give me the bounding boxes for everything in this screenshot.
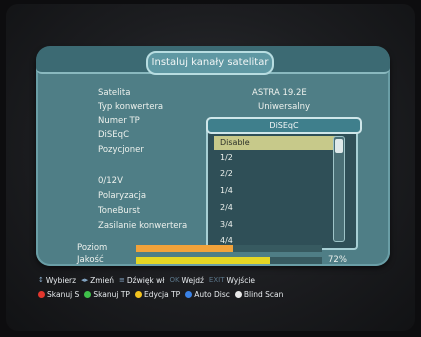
field-label-tp-number: Numer TP <box>98 116 140 126</box>
scrollbar-thumb[interactable] <box>335 139 343 153</box>
key-hint-label: Wyjście <box>226 276 256 285</box>
key-hint: ≡ Dźwięk wł <box>119 275 164 286</box>
signal-level-fill <box>136 245 233 252</box>
key-hint-label: Wejdź <box>181 276 204 285</box>
dropdown-option[interactable]: 1/4 <box>214 184 336 198</box>
color-dot-icon <box>185 291 193 298</box>
dropdown-option[interactable]: Disable <box>214 136 336 150</box>
color-button[interactable]: Blind Scan <box>234 289 284 300</box>
field-label-satellite: Satelita <box>98 88 131 98</box>
field-label-lnb-type: Typ konwertera <box>98 102 164 112</box>
color-button-label: Skanuj S <box>47 290 80 299</box>
color-dot-icon <box>134 291 142 298</box>
field-label-positioner: Pozycjoner <box>98 145 144 155</box>
key-hint-label: Wybierz <box>45 276 77 285</box>
dropdown-option[interactable]: 1/2 <box>214 151 336 165</box>
dropdown-scrollbar[interactable] <box>333 136 345 242</box>
color-button[interactable]: Edycja TP <box>134 289 181 300</box>
field-label-polarization: Polaryzacja <box>98 191 147 201</box>
key-hint-label: Zmień <box>90 276 115 285</box>
signal-quality-bar <box>136 257 322 264</box>
color-button[interactable]: Skanuj S <box>38 289 79 300</box>
color-dot-icon <box>38 291 45 298</box>
signal-level-label: Poziom <box>77 243 108 253</box>
key-hint: ↕ Wybierz <box>38 275 76 286</box>
signal-quality-fill <box>136 257 270 264</box>
key-hint: OK Wejdź <box>169 275 203 286</box>
field-label-diseqc: DiSEqC <box>98 130 130 140</box>
key-hint: EXIT Wyjście <box>209 275 255 286</box>
page-title: Instaluj kanały satelitar <box>146 51 274 75</box>
key-hint-label: Dźwięk wł <box>126 276 165 285</box>
signal-quality-label: Jakość <box>77 255 104 265</box>
field-label-lnb-power: Zasilanie konwertera <box>98 221 188 231</box>
color-button[interactable]: Auto Disc <box>185 289 230 300</box>
remote-key-icon: ↕ <box>38 276 44 284</box>
dropdown-option[interactable]: 2/2 <box>214 167 336 181</box>
remote-key-icon: EXIT <box>208 276 225 284</box>
signal-quality-percent: 72% <box>328 255 347 265</box>
color-button[interactable]: Skanuj TP <box>84 289 130 300</box>
remote-key-icon: OK <box>169 276 180 284</box>
color-dot-icon <box>84 291 92 298</box>
remote-key-icon: ≡ <box>119 276 125 284</box>
dropdown-option[interactable]: 2/4 <box>214 201 336 215</box>
remote-key-icon: ◂▸ <box>81 276 89 284</box>
color-dot-icon <box>234 291 242 298</box>
key-hint: ◂▸ Zmień <box>81 275 114 286</box>
color-button-label: Edycja TP <box>143 290 181 299</box>
color-button-bar: Skanuj S Skanuj TP Edycja TP Auto Disc Blind… <box>38 289 384 300</box>
diseqc-dropdown-title: DiSEqC <box>206 117 362 134</box>
color-button-label: Blind Scan <box>243 290 284 299</box>
field-label-toneburst: ToneBurst <box>98 206 141 216</box>
field-label-0-12v: 0/12V <box>98 176 123 186</box>
field-value-lnb-type[interactable]: Uniwersalny <box>258 102 348 113</box>
signal-level-bar <box>136 245 322 252</box>
color-button-label: Auto Disc <box>194 290 230 299</box>
dropdown-option[interactable]: 3/4 <box>214 218 336 232</box>
color-button-label: Skanuj TP <box>93 290 130 299</box>
key-hints-bar: ↕ Wybierz ◂▸ Zmień ≡ Dźwięk wł OK Wejdź EXIT Wyjś… <box>38 275 384 286</box>
field-value-satellite[interactable]: ASTRA 19.2E <box>252 88 342 99</box>
